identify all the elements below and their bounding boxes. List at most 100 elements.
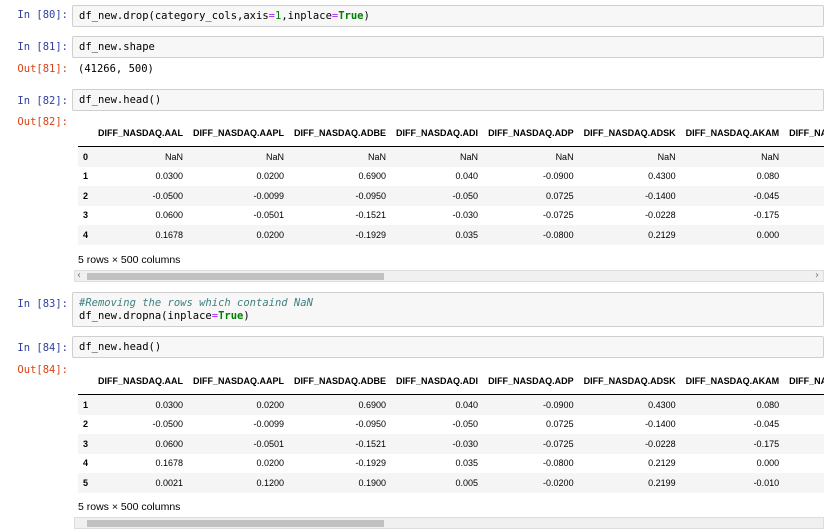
column-header: DIFF_NASDAQ.ADSK [578, 120, 681, 147]
column-header: DIFF_NASDAQ.AAL [93, 368, 189, 395]
scrollbar-thumb[interactable] [87, 520, 384, 527]
in-prompt-83: In [83]: [17, 298, 68, 310]
dataframe-84: DIFF_NASDAQ.AAL DIFF_NASDAQ.AAPL DIFF_NASD… [78, 368, 824, 493]
row-index: 4 [83, 458, 89, 469]
table-cell [784, 454, 824, 474]
table-cell: 0.1200 [256, 477, 285, 488]
in-prompt-82: In [82]: [17, 95, 68, 107]
table-cell: -0.0725 [543, 210, 574, 221]
table-cell: -0.0501 [253, 438, 285, 449]
table-row: 3 0.0600 -0.0501 -0.1521 -0.030 -0.0725 -0.022… [78, 434, 824, 454]
scroll-left-arrow-icon[interactable]: ‹ [77, 270, 81, 281]
column-header: DIFF_NASDAQ.AKAM [680, 120, 785, 147]
table-row: 2 -0.0500 -0.0099 -0.0950 -0.050 0.0725 -0.140… [78, 186, 824, 206]
table-cell: -0.0500 [152, 419, 184, 430]
table-cell: 0.4300 [648, 399, 676, 410]
table-cell: -0.175 [753, 210, 780, 221]
table-cell: -0.0800 [543, 458, 574, 469]
table-row: 5 0.0021 0.1200 0.1900 0.005 -0.0200 0.2199 -0.… [78, 473, 824, 493]
table-cell: -0.0950 [355, 190, 387, 201]
code-cell-84[interactable]: df_new.head() [72, 336, 824, 358]
code-comment: #Removing the rows which containd NaN [79, 297, 313, 309]
table-cell [784, 415, 824, 435]
horizontal-scrollbar[interactable] [74, 517, 824, 529]
column-header: DIFF_NASDAQ.AAL [93, 120, 189, 147]
table-cell: -0.175 [753, 438, 780, 449]
table-cell: -0.0200 [543, 477, 574, 488]
scroll-right-arrow-icon[interactable]: › [815, 270, 819, 281]
table-cell: -0.045 [753, 419, 780, 430]
index-header [78, 120, 94, 147]
table-cell: 0.080 [756, 399, 780, 410]
table-cell: -0.030 [452, 210, 479, 221]
dataframe-82: DIFF_NASDAQ.AAL DIFF_NASDAQ.AAPL DIFF_NASD… [78, 120, 824, 245]
table-cell: -0.050 [452, 190, 479, 201]
code-text: df_new.drop(category_cols,axis=1,inplace… [79, 10, 370, 22]
table-cell: 0.0021 [155, 477, 184, 488]
row-index: 3 [83, 438, 89, 449]
table-row: 4 0.1678 0.0200 -0.1929 0.035 -0.0800 0.2129 0.… [78, 454, 824, 474]
in-prompt-80: In [80]: [17, 9, 68, 21]
horizontal-scrollbar[interactable]: ‹ › [74, 270, 824, 282]
table-cell: -0.1521 [355, 438, 387, 449]
scrollbar-thumb[interactable] [87, 273, 384, 280]
table-cell: 0.0300 [155, 399, 184, 410]
row-index: 1 [83, 171, 89, 182]
out-prompt-84: Out[84]: [17, 364, 68, 376]
table-cell: 0.0300 [155, 171, 184, 182]
table-cell: -0.0228 [645, 438, 676, 449]
table-cell: 0.0200 [256, 229, 285, 240]
table-cell: -0.0099 [253, 419, 285, 430]
column-header: DIFF_NAS [784, 368, 824, 395]
table-cell: -0.0099 [253, 190, 285, 201]
table-cell: -0.030 [452, 438, 479, 449]
table-cell: 0.0600 [155, 210, 184, 221]
out-prompt-82: Out[82]: [17, 116, 68, 128]
table-cell: -0.0228 [645, 210, 676, 221]
table-row: 2 -0.0500 -0.0099 -0.0950 -0.050 0.0725 -0.140… [78, 415, 824, 435]
table-row: 1 0.0300 0.0200 0.6900 0.040 -0.0900 0.4300 0.0… [78, 394, 824, 415]
index-header [78, 368, 94, 395]
code-cell-82[interactable]: df_new.head() [72, 89, 824, 111]
table-cell: NaN [761, 151, 780, 162]
table-cell: 0.1678 [155, 458, 184, 469]
table-cell [784, 395, 824, 415]
column-header: DIFF_NASDAQ.ADI [391, 368, 484, 395]
dataframe-table: DIFF_NASDAQ.AAL DIFF_NASDAQ.AAPL DIFF_NASD… [78, 368, 824, 493]
table-cell [784, 206, 824, 226]
out-prompt-81: Out[81]: [17, 63, 68, 75]
column-header: DIFF_NASDAQ.ADP [483, 120, 579, 147]
table-cell: 0.0200 [256, 171, 285, 182]
table-cell: -0.0900 [543, 399, 574, 410]
row-index: 2 [83, 419, 89, 430]
table-cell: 0.035 [455, 458, 479, 469]
header-row: DIFF_NASDAQ.AAL DIFF_NASDAQ.AAPL DIFF_NASD… [78, 120, 824, 147]
row-index: 4 [83, 229, 89, 240]
code-cell-83[interactable]: #Removing the rows which containd NaN df… [72, 292, 824, 327]
table-cell: 0.4300 [648, 171, 676, 182]
column-header: DIFF_NASDAQ.AAPL [188, 368, 290, 395]
code-cell-80[interactable]: df_new.drop(category_cols,axis=1,inplace… [72, 5, 824, 27]
table-cell: -0.045 [753, 190, 780, 201]
table-cell [784, 147, 824, 167]
column-header: DIFF_NASDAQ.ADBE [289, 120, 392, 147]
dataframe-footer-84: 5 rows × 500 columns [78, 501, 181, 513]
column-header: DIFF_NASDAQ.ADBE [289, 368, 392, 395]
dataframe-table: DIFF_NASDAQ.AAL DIFF_NASDAQ.AAPL DIFF_NASD… [78, 120, 824, 245]
table-cell: -0.0501 [253, 210, 285, 221]
in-prompt-81: In [81]: [17, 41, 68, 53]
table-cell: -0.1929 [355, 229, 387, 240]
table-row: 0 NaN NaN NaN NaN NaN NaN NaN [78, 146, 824, 167]
header-row: DIFF_NASDAQ.AAL DIFF_NASDAQ.AAPL DIFF_NASD… [78, 368, 824, 395]
row-index: 3 [83, 210, 89, 221]
code-cell-81[interactable]: df_new.shape [72, 36, 824, 58]
table-cell: -0.0500 [152, 190, 184, 201]
table-cell: NaN [266, 151, 285, 162]
table-cell: 0.000 [756, 229, 780, 240]
row-index: 2 [83, 190, 89, 201]
table-cell: -0.0900 [543, 171, 574, 182]
table-row: 4 0.1678 0.0200 -0.1929 0.035 -0.0800 0.2129 0.… [78, 225, 824, 245]
table-cell [784, 473, 824, 493]
column-header: DIFF_NASDAQ.AAPL [188, 120, 290, 147]
table-cell: NaN [165, 151, 184, 162]
